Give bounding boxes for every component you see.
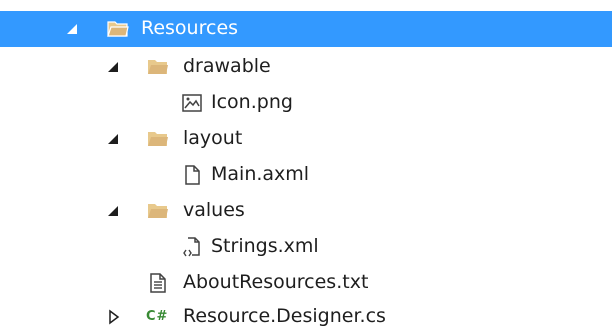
tree-item-about-resources-txt[interactable]: AboutResources.txt	[0, 265, 612, 301]
tree-item-strings-xml[interactable]: Strings.xml	[0, 229, 612, 265]
tree-item-main-axml[interactable]: Main.axml	[0, 157, 612, 193]
tree-item-label: Resource.Designer.cs	[183, 305, 386, 327]
tree-item-icon-png[interactable]: Icon.png	[0, 85, 612, 121]
collapsed-arrow-icon[interactable]	[106, 309, 122, 325]
expanded-arrow-icon[interactable]	[106, 131, 122, 147]
expanded-arrow-icon[interactable]	[106, 203, 122, 219]
image-file-icon	[182, 94, 202, 112]
file-icon	[185, 165, 200, 185]
tree-item-label: Strings.xml	[211, 235, 319, 257]
tree-item-label: Resources	[141, 17, 239, 39]
xml-file-icon	[183, 237, 200, 257]
tree-item-label: AboutResources.txt	[183, 271, 369, 293]
text-file-icon	[150, 273, 166, 293]
folder-open-icon	[107, 21, 129, 37]
tree-item-label: Main.axml	[211, 163, 310, 185]
tree-item-values[interactable]: values	[0, 193, 612, 229]
folder-open-icon	[148, 132, 168, 146]
tree-item-resource-designer-cs[interactable]: C# Resource.Designer.cs	[0, 299, 612, 328]
tree-item-label: Icon.png	[211, 91, 293, 113]
tree-item-layout[interactable]: layout	[0, 121, 612, 157]
folder-open-icon	[148, 60, 168, 74]
csharp-file-icon: C#	[146, 309, 169, 324]
solution-explorer-tree: Resources drawable Icon.png layout Main.…	[0, 0, 612, 328]
tree-item-resources[interactable]: Resources	[0, 11, 612, 47]
tree-item-label: values	[183, 199, 245, 221]
tree-item-drawable[interactable]: drawable	[0, 49, 612, 85]
tree-item-label: layout	[183, 127, 243, 149]
folder-open-icon	[148, 204, 168, 218]
tree-item-label: drawable	[183, 55, 271, 77]
expanded-arrow-icon[interactable]	[65, 21, 81, 37]
expanded-arrow-icon[interactable]	[106, 59, 122, 75]
